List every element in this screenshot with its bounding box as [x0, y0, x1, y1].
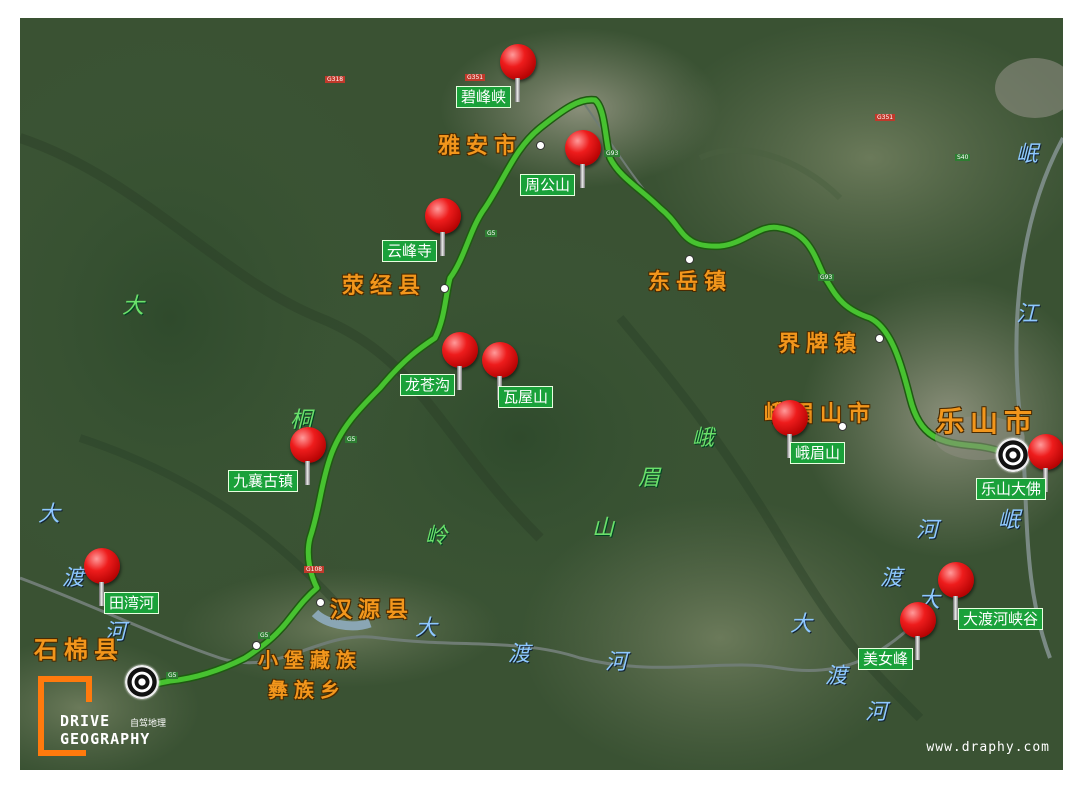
mountain-name-e: 峨 — [692, 426, 715, 451]
river-name-he-bot: 河 — [865, 700, 888, 725]
poi-label-yunfengsi[interactable]: 云峰寺 — [382, 240, 438, 262]
drive-geography-logo: DRIVE 自驾地理 GEOGRAPHY — [38, 676, 178, 756]
road-shield: G93 — [604, 150, 621, 157]
mountain-name-shan: 山 — [592, 516, 615, 541]
poi-label-daduhe[interactable]: 大渡河峡谷 — [958, 608, 1044, 630]
city-shimian: 石棉县 — [34, 635, 124, 664]
river-name-du-bot: 渡 — [825, 664, 848, 689]
poi-label-zhougongshan[interactable]: 周公山 — [520, 174, 576, 196]
logo-text-cn: 自驾地理 — [130, 719, 167, 729]
city-yingjing: 荥经县 — [342, 273, 427, 299]
city-dot-emei — [838, 422, 847, 431]
river-name-du-right: 渡 — [880, 566, 903, 591]
website-url: www.draphy.com — [926, 740, 1050, 755]
river-name-min: 岷 — [1016, 142, 1039, 167]
river-name-he-right: 河 — [916, 518, 939, 543]
river-name-min-lower: 岷 — [998, 508, 1021, 533]
poi-label-bifengxia[interactable]: 碧峰峡 — [456, 86, 512, 108]
logo-text-geography: GEOGRAPHY — [60, 730, 151, 748]
city-dot-xiaobao — [252, 641, 261, 650]
city-dongyue: 东岳镇 — [648, 269, 733, 295]
city-dot-jiepai — [875, 334, 884, 343]
city-xiaobao-2: 彝族乡 — [268, 678, 346, 702]
river-name-da-bot: 大 — [790, 612, 813, 637]
road-shield: G93 — [818, 274, 835, 281]
city-xiaobao-1: 小堡藏族 — [258, 648, 362, 672]
city-dot-yingjing — [440, 284, 449, 293]
city-hanyuan: 汉源县 — [330, 597, 415, 623]
mountain-name-mei: 眉 — [638, 466, 661, 491]
river-name-jiang: 江 — [1016, 302, 1039, 327]
city-dot-hanyuan — [316, 598, 325, 607]
city-jiepai: 界牌镇 — [778, 331, 863, 357]
poi-label-emeishan[interactable]: 峨眉山 — [790, 442, 846, 464]
map-frame[interactable]: G351 G318 G5 G93 G108 S40 G351 G93 G5 G5… — [20, 18, 1063, 770]
mountain-name-ling: 岭 — [425, 524, 448, 549]
poi-label-longcanggou[interactable]: 龙苍沟 — [400, 374, 456, 396]
road-shield: G351 — [465, 74, 486, 81]
road-shield: G351 — [875, 114, 896, 121]
road-shield: S40 — [955, 154, 971, 161]
city-dot-dongyue — [685, 255, 694, 264]
road-shield: G318 — [325, 76, 346, 83]
road-shield: G5 — [258, 632, 271, 639]
route-end-marker — [996, 438, 1030, 472]
city-dot-yaan — [536, 141, 545, 150]
poi-label-tianwanhe[interactable]: 田湾河 — [104, 592, 160, 614]
river-name-da-left: 大 — [122, 294, 145, 319]
river-name-da-mid: 大 — [415, 616, 438, 641]
poi-label-jiuxiang[interactable]: 九襄古镇 — [228, 470, 299, 492]
river-name-du: 渡 — [62, 566, 85, 591]
river-name-he-mid: 河 — [605, 650, 628, 675]
river-name-da: 大 — [38, 502, 61, 527]
poi-label-wawushan[interactable]: 瓦屋山 — [498, 386, 554, 408]
logo-text-drive: DRIVE — [60, 712, 111, 730]
logo-bracket-top — [78, 676, 92, 702]
road-shield: G5 — [345, 436, 358, 443]
city-yaan: 雅安市 — [438, 133, 523, 159]
city-leshan: 乐山市 — [936, 405, 1039, 438]
road-shield: G108 — [304, 566, 325, 573]
river-name-du-mid: 渡 — [508, 642, 531, 667]
poi-label-meinvfeng[interactable]: 美女峰 — [858, 648, 914, 670]
poi-label-leshan-dafo[interactable]: 乐山大佛 — [976, 478, 1047, 500]
road-shield: G5 — [485, 230, 498, 237]
